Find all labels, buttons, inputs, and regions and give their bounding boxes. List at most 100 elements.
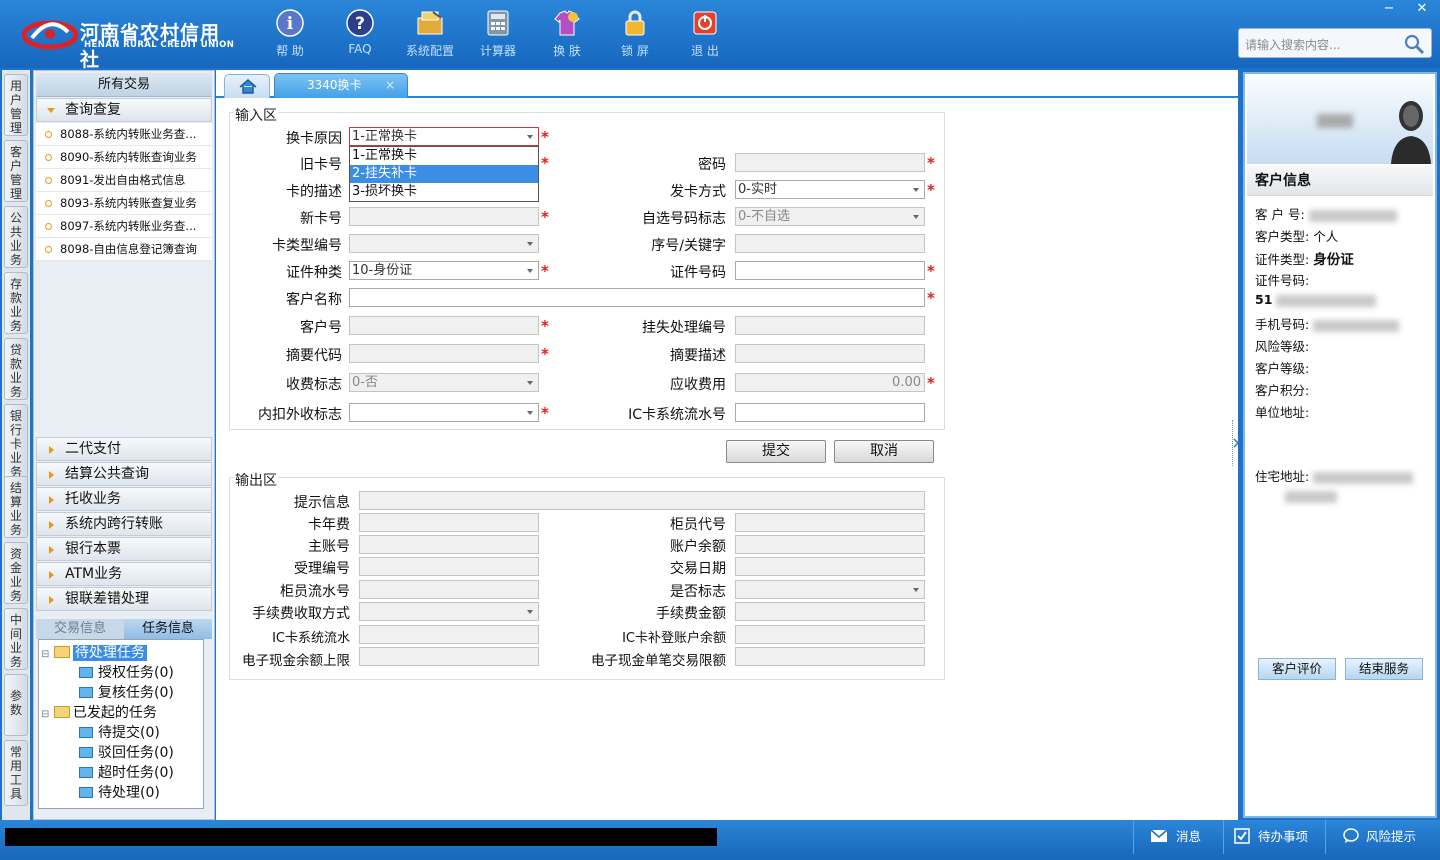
- home-address-row: 住宅地址:: [1255, 466, 1414, 485]
- accept-number-label: 受理编号: [294, 561, 350, 577]
- id-number-input[interactable]: [735, 261, 925, 280]
- dropdown-option[interactable]: 1-正常换卡: [350, 147, 538, 165]
- side-tab-settlement[interactable]: 结算业务: [4, 476, 28, 538]
- close-tab-icon[interactable]: ×: [385, 74, 395, 96]
- side-tab-funds[interactable]: 资金业务: [4, 542, 28, 604]
- side-tab-tools[interactable]: 常用工具: [4, 740, 28, 806]
- customer-name-input[interactable]: [349, 288, 925, 307]
- side-tab-public-business[interactable]: 公共业务: [4, 206, 28, 268]
- nav-category-settlement-query[interactable]: 结算公共查询: [36, 462, 212, 486]
- submit-button[interactable]: 提交: [726, 440, 826, 463]
- customer-name-masked: [1317, 114, 1353, 128]
- card-type-select[interactable]: [349, 234, 539, 253]
- receivable-fee-input[interactable]: 0.00: [735, 373, 925, 392]
- cancel-button[interactable]: 取消: [834, 440, 934, 463]
- fee-flag-select[interactable]: 0-否: [349, 373, 539, 392]
- optional-number-select[interactable]: 0-不自选: [735, 207, 925, 226]
- tab-transaction-info[interactable]: 交易信息: [36, 619, 124, 639]
- nav-item-8093[interactable]: 8093-系统内转账查复业务: [36, 192, 212, 215]
- home-tab[interactable]: [224, 74, 270, 98]
- todo-button[interactable]: 待办事项: [1223, 820, 1325, 854]
- teller-label: 柜员代号: [670, 517, 726, 533]
- page-icon: [79, 787, 93, 798]
- fee-mode-select[interactable]: [359, 602, 539, 621]
- fee-mode-label: 手续费收取方式: [252, 606, 350, 622]
- customer-number-input[interactable]: [349, 316, 539, 335]
- tab-3340-card-change[interactable]: 3340换卡 ×: [274, 73, 408, 98]
- yes-no-select[interactable]: [735, 580, 925, 599]
- message-button[interactable]: 消息: [1133, 820, 1223, 854]
- nav-item-8091[interactable]: 8091-发出自由格式信息: [36, 169, 212, 192]
- status-bar: 消息 待办事项 风险提示: [0, 820, 1440, 860]
- nav-category-atm[interactable]: ATM业务: [36, 562, 212, 586]
- nav-category-collection[interactable]: 托收业务: [36, 487, 212, 511]
- side-tab-loan[interactable]: 贷款业务: [4, 338, 28, 400]
- side-tab-intermediary[interactable]: 中间业务: [4, 608, 28, 670]
- side-tab-bank-card[interactable]: 银行卡业务: [4, 404, 28, 480]
- password-input[interactable]: [735, 153, 925, 172]
- tree-node-to-process[interactable]: 待处理(0): [79, 784, 160, 802]
- side-tab-deposit[interactable]: 存款业务: [4, 272, 28, 334]
- reason-select[interactable]: 1-正常换卡: [349, 127, 539, 146]
- nav-item-8090[interactable]: 8090-系统内转账查询业务: [36, 146, 212, 169]
- risk-alert-button[interactable]: 风险提示: [1325, 820, 1435, 854]
- skin-button[interactable]: 换 肤: [537, 8, 597, 63]
- side-tab-user-management[interactable]: 用户管理: [4, 74, 28, 136]
- tab-task-info[interactable]: 任务信息: [124, 619, 212, 639]
- seq-key-input[interactable]: [735, 234, 925, 253]
- end-service-button[interactable]: 结束服务: [1345, 658, 1423, 680]
- exit-button[interactable]: 退 出: [675, 8, 735, 63]
- dropdown-option[interactable]: 3-损坏换卡: [350, 183, 538, 201]
- tree-node-initiated[interactable]: ⊟ 已发起的任务: [41, 704, 157, 722]
- side-tab-parameters[interactable]: 参数: [4, 674, 28, 736]
- nav-item-8098[interactable]: 8098-自由信息登记簿查询: [36, 238, 212, 261]
- tree-node-review[interactable]: 复核任务(0): [79, 684, 174, 702]
- abstract-code-input[interactable]: [349, 344, 539, 363]
- nav-item-8088[interactable]: 8088-系统内转账业务查...: [36, 123, 212, 146]
- loss-number-input[interactable]: [735, 316, 925, 335]
- required-mark: *: [541, 404, 549, 422]
- tree-node-to-submit[interactable]: 待提交(0): [79, 724, 160, 742]
- panel-collapse-handle[interactable]: [1232, 420, 1240, 466]
- nav-category-unionpay-error[interactable]: 银联差错处理: [36, 587, 212, 611]
- faq-button[interactable]: ? FAQ: [330, 8, 390, 63]
- old-card-label: 旧卡号: [300, 157, 342, 173]
- checkbox-icon: [1234, 828, 1250, 844]
- nav-category-interbank-transfer[interactable]: 系统内跨行转账: [36, 512, 212, 536]
- nav-item-8097[interactable]: 8097-系统内转账业务查...: [36, 215, 212, 238]
- tree-node-pending[interactable]: ⊟ 待处理任务: [41, 644, 147, 662]
- ic-flow-label: IC卡系统流水号: [628, 407, 726, 423]
- task-tree: ⊟ 待处理任务 授权任务(0) 复核任务(0) ⊟ 已发起的任务 待提交(0) …: [38, 639, 204, 809]
- tree-node-rejected[interactable]: 驳回任务(0): [79, 744, 174, 762]
- nav-category-cnaps2[interactable]: 二代支付: [36, 437, 212, 461]
- balance-label: 账户余额: [670, 539, 726, 555]
- status-message-bar: [5, 828, 717, 846]
- help-label: 帮 助: [276, 44, 304, 58]
- main-account-label: 主账号: [308, 539, 350, 555]
- minimize-button[interactable]: −: [1372, 0, 1406, 18]
- calculator-button[interactable]: 计算器: [468, 8, 528, 63]
- new-card-input[interactable]: [349, 207, 539, 226]
- search-input[interactable]: 请输入搜索内容...: [1238, 28, 1432, 58]
- tree-node-timeout[interactable]: 超时任务(0): [79, 764, 174, 782]
- abstract-desc-input[interactable]: [735, 344, 925, 363]
- inout-fee-select[interactable]: [349, 403, 539, 422]
- yes-no-label: 是否标志: [670, 584, 726, 600]
- page-icon: [79, 747, 93, 758]
- main-account-output: [359, 535, 539, 554]
- nav-category-cashier-check[interactable]: 银行本票: [36, 537, 212, 561]
- dropdown-option-highlighted[interactable]: 2-挂失补卡: [350, 165, 538, 183]
- search-icon[interactable]: [1403, 33, 1425, 55]
- nav-title: 所有交易: [36, 73, 212, 97]
- tree-node-auth[interactable]: 授权任务(0): [79, 664, 174, 682]
- lock-screen-button[interactable]: 锁 屏: [605, 8, 665, 63]
- customer-evaluate-button[interactable]: 客户评价: [1258, 658, 1336, 680]
- ic-flow-input[interactable]: [735, 403, 925, 422]
- help-button[interactable]: i 帮 助: [260, 8, 320, 63]
- side-tab-customer-management[interactable]: 客户管理: [4, 140, 28, 202]
- system-config-button[interactable]: 系统配置: [400, 8, 460, 63]
- close-window-button[interactable]: ✕: [1405, 0, 1439, 18]
- nav-category-query[interactable]: 查询查复: [36, 98, 212, 122]
- issue-mode-select[interactable]: 0-实时: [735, 180, 925, 199]
- id-type-select[interactable]: 10-身份证: [349, 261, 539, 280]
